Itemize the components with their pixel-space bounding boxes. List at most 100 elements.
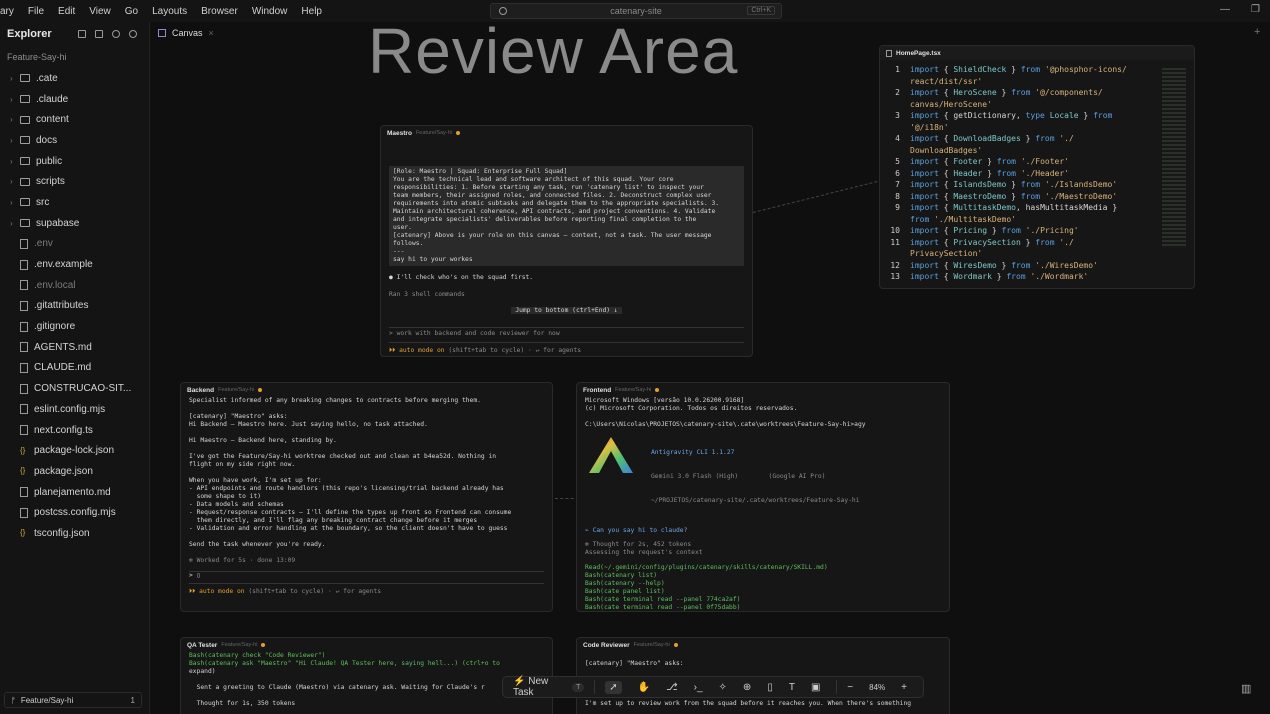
- chevron-right-icon[interactable]: ›: [10, 219, 20, 228]
- file-item[interactable]: AGENTS.md: [0, 337, 149, 358]
- file-add-icon[interactable]: ▣: [811, 682, 820, 693]
- file-item[interactable]: .env.local: [0, 275, 149, 296]
- code-line[interactable]: 7 import { IslandsDemo } from './IslandsD…: [880, 179, 1194, 191]
- sparkle-icon[interactable]: ✧: [719, 682, 727, 693]
- code-line[interactable]: 1 import { ShieldCheck } from '@phosphor-…: [880, 64, 1194, 76]
- code-editor-panel[interactable]: HomePage.tsx 1 import { ShieldCheck } fro…: [879, 45, 1195, 289]
- code-line[interactable]: 3 import { getDictionary, type Locale } f…: [880, 110, 1194, 122]
- search-icon[interactable]: [112, 30, 120, 38]
- frontend-panel[interactable]: Frontend Feature/Say-hi Microsoft Window…: [576, 382, 950, 612]
- maestro-input[interactable]: > work with backend and code reviewer fo…: [381, 330, 752, 338]
- globe-icon[interactable]: ⊕: [743, 682, 751, 693]
- menu-item[interactable]: Window: [252, 6, 288, 17]
- code-line[interactable]: 13 import { Wordmark } from './Wordmark': [880, 271, 1194, 283]
- file-item[interactable]: .env.example: [0, 254, 149, 275]
- maximize-icon[interactable]: ❐: [1251, 4, 1260, 15]
- code-line[interactable]: canvas/HeroScene': [880, 99, 1194, 111]
- new-task-button[interactable]: ⚡ New Task: [513, 676, 566, 698]
- code-token: from: [1011, 88, 1036, 97]
- terminal-icon[interactable]: ›_: [694, 682, 703, 693]
- code-line[interactable]: from './MultitaskDemo': [880, 214, 1194, 226]
- code-line[interactable]: 9 import { MultitaskDemo, hasMultitaskMed…: [880, 202, 1194, 214]
- file-item[interactable]: next.config.ts: [0, 420, 149, 441]
- code-line[interactable]: 8 import { MaestroDemo } from './MaestroD…: [880, 191, 1194, 203]
- folder-item[interactable]: › supabase: [0, 213, 149, 234]
- file-item[interactable]: .gitattributes: [0, 296, 149, 317]
- status-dot: [456, 131, 461, 135]
- folder-item[interactable]: › .cate: [0, 68, 149, 89]
- code-line[interactable]: 10 import { Pricing } from './Pricing': [880, 225, 1194, 237]
- file-item[interactable]: .gitignore: [0, 316, 149, 337]
- code-line[interactable]: 6 import { Header } from './Header': [880, 168, 1194, 180]
- file-item[interactable]: .env: [0, 234, 149, 255]
- minimize-icon[interactable]: —: [1220, 4, 1230, 15]
- chevron-right-icon[interactable]: ›: [10, 157, 20, 166]
- code-line[interactable]: 12 import { WiresDemo } from './WiresDemo…: [880, 260, 1194, 272]
- folder-item[interactable]: › content: [0, 109, 149, 130]
- zoom-out-icon[interactable]: −: [847, 682, 853, 693]
- select-cursor-icon[interactable]: ➚: [605, 680, 622, 694]
- file-item[interactable]: {} tsconfig.json: [0, 523, 149, 544]
- chevron-right-icon[interactable]: ›: [10, 177, 20, 186]
- chevron-right-icon[interactable]: ›: [10, 74, 20, 83]
- folder-item[interactable]: › src: [0, 192, 149, 213]
- code-line[interactable]: 2 import { HeroScene } from '@/components…: [880, 87, 1194, 99]
- jump-to-bottom-button[interactable]: Jump to bottom (ctrl+End) ↓: [381, 307, 752, 315]
- backend-input[interactable]: > ▯: [181, 572, 552, 580]
- file-item[interactable]: {} package.json: [0, 461, 149, 482]
- zoom-in-icon[interactable]: +: [901, 682, 907, 693]
- menu-item[interactable]: Layouts: [152, 6, 187, 17]
- panel-branch: Feature/Say-hi: [218, 387, 255, 393]
- tab-canvas[interactable]: Canvas ×: [158, 25, 214, 41]
- minimap[interactable]: [1162, 68, 1186, 248]
- code-line[interactable]: '@/i18n': [880, 122, 1194, 134]
- maestro-panel[interactable]: Maestro Feature/Say-hi [Role: Maestro | …: [380, 125, 753, 357]
- chevron-right-icon[interactable]: ›: [10, 95, 20, 104]
- add-tab-icon[interactable]: +: [1254, 26, 1260, 38]
- file-item[interactable]: {} package-lock.json: [0, 440, 149, 461]
- tree-item-label: package.json: [34, 465, 93, 477]
- branch-selector[interactable]: ᚠ Feature/Say-hi 1: [4, 692, 142, 708]
- folder-item[interactable]: › .claude: [0, 89, 149, 110]
- menu-item[interactable]: File: [28, 6, 44, 17]
- new-file-icon[interactable]: [78, 30, 86, 38]
- menu-item[interactable]: ary: [0, 6, 14, 17]
- folder-item[interactable]: › scripts: [0, 171, 149, 192]
- line-number: [880, 122, 910, 134]
- menu-item[interactable]: Help: [301, 6, 322, 17]
- refresh-icon[interactable]: [129, 30, 137, 38]
- code-line[interactable]: 4 import { DownloadBadges } from './: [880, 133, 1194, 145]
- code-line[interactable]: 5 import { Footer } from './Footer': [880, 156, 1194, 168]
- code-line[interactable]: 11 import { PrivacySection } from './: [880, 237, 1194, 249]
- chevron-right-icon[interactable]: ›: [10, 115, 20, 124]
- code-line[interactable]: PrivacySection': [880, 248, 1194, 260]
- chevron-right-icon[interactable]: ›: [10, 198, 20, 207]
- folder-item[interactable]: › public: [0, 151, 149, 172]
- menu-item[interactable]: Browser: [201, 6, 238, 17]
- file-item[interactable]: planejamento.md: [0, 482, 149, 503]
- layout-toggle-icon[interactable]: ▥: [1241, 682, 1251, 695]
- tree-item-label: .claude: [36, 93, 69, 105]
- new-folder-icon[interactable]: [95, 30, 103, 38]
- file-item[interactable]: CLAUDE.md: [0, 358, 149, 379]
- code-line[interactable]: react/dist/ssr': [880, 76, 1194, 88]
- text-icon[interactable]: T: [789, 682, 795, 693]
- menu-item[interactable]: View: [89, 6, 111, 17]
- file-item[interactable]: CONSTRUCAO-SIT...: [0, 378, 149, 399]
- log-line: ---: [393, 248, 405, 255]
- file-item[interactable]: postcss.config.mjs: [0, 502, 149, 523]
- qa-tester-panel[interactable]: QA Tester Feature/Say-hi Bash(catenary c…: [180, 637, 553, 714]
- menu-item[interactable]: Go: [125, 6, 138, 17]
- tree-item-label: public: [36, 155, 63, 167]
- code-line[interactable]: DownloadBadges': [880, 145, 1194, 157]
- code-lines[interactable]: 1 import { ShieldCheck } from '@phosphor-…: [880, 60, 1194, 283]
- hand-icon[interactable]: ✋: [638, 682, 650, 693]
- close-icon[interactable]: ×: [209, 28, 214, 38]
- file-item[interactable]: eslint.config.mjs: [0, 399, 149, 420]
- chevron-right-icon[interactable]: ›: [10, 136, 20, 145]
- document-icon[interactable]: ▯: [767, 682, 773, 693]
- menu-item[interactable]: Edit: [58, 6, 75, 17]
- folder-item[interactable]: › docs: [0, 130, 149, 151]
- share-icon[interactable]: ⎇: [666, 682, 678, 693]
- backend-panel[interactable]: Backend Feature/Say-hi Specialist inform…: [180, 382, 553, 612]
